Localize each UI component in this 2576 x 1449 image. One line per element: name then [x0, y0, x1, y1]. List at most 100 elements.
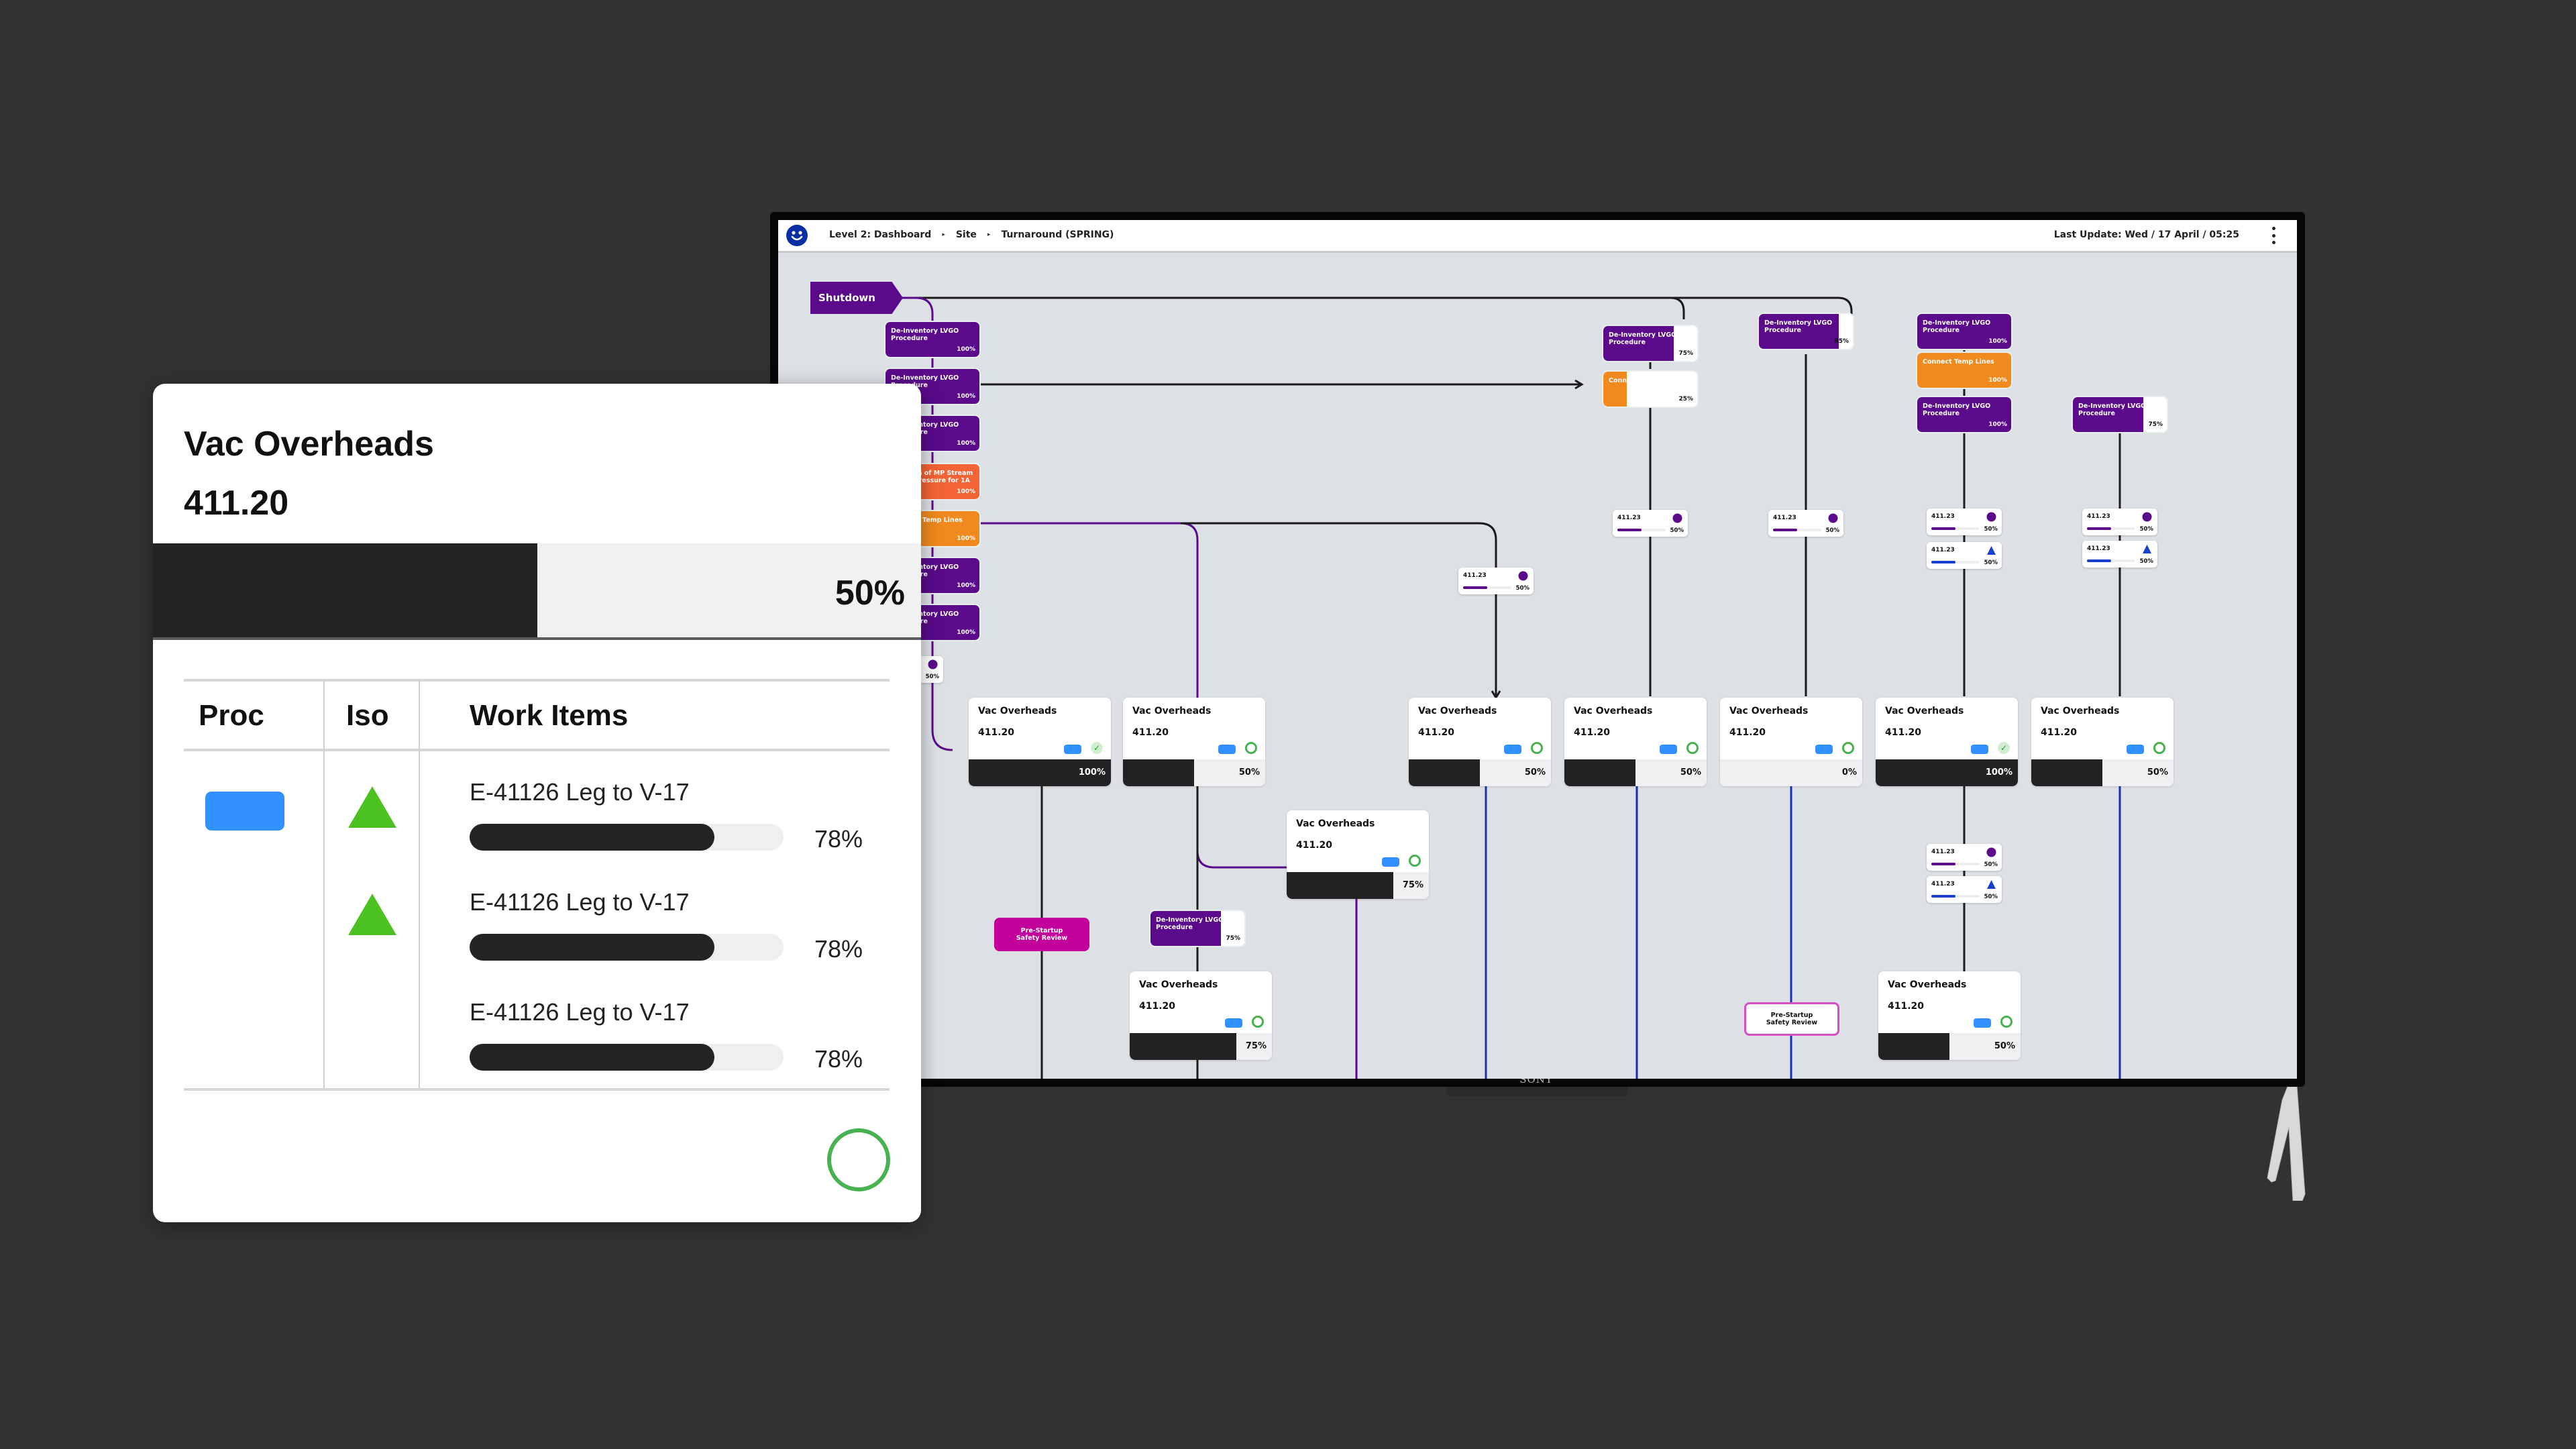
vac-card-progress: 75% — [1287, 872, 1429, 899]
work-item-progress-fill — [470, 1044, 715, 1071]
open-circle-icon — [1686, 742, 1699, 754]
mini-node[interactable]: 411.23 50% — [1458, 568, 1534, 594]
procedure-percent: 75% — [1226, 935, 1240, 942]
procedure-percent: 75% — [1678, 350, 1693, 357]
proc-status-icon — [1218, 745, 1236, 754]
col-header-iso: Iso — [346, 699, 389, 732]
vac-card-percent: 50% — [1524, 767, 1546, 777]
pre-startup-review-outline[interactable]: Pre-Startup Safety Review — [1744, 1002, 1839, 1036]
vac-card-percent: 50% — [1238, 767, 1260, 777]
vac-card-code: 411.20 — [978, 727, 1015, 738]
mini-node[interactable]: 411.23 50% — [1927, 508, 2002, 535]
vac-overheads-card[interactable]: Vac Overheads 411.20 50% — [1409, 698, 1551, 786]
mini-node-code: 411.23 — [1773, 515, 1796, 521]
card-progress-percent: 50% — [835, 574, 905, 612]
procedure-node[interactable]: De-Inventory LVGO Procedure 75% — [2073, 397, 2167, 432]
vac-overheads-card[interactable]: Vac Overheads 411.20 50% — [1878, 971, 2021, 1060]
vac-overheads-card[interactable]: Vac Overheads 411.20 50% — [1123, 698, 1265, 786]
card-progress-bar: 50% — [153, 543, 921, 640]
open-circle-icon — [1409, 855, 1421, 867]
vac-card-progress-fill — [2031, 759, 2102, 786]
mini-node-code: 411.23 — [1463, 572, 1487, 579]
tv-stand — [2267, 1087, 2306, 1201]
circle-status-icon — [1986, 512, 1996, 522]
procedure-node[interactable]: De-Inventory LVGO Procedure 85% — [1759, 314, 1853, 349]
work-item[interactable]: E-41126 Leg to V-17 78% — [470, 888, 885, 969]
mini-node-percent: 50% — [1984, 861, 1998, 868]
procedure-percent: 100% — [1988, 377, 2007, 384]
work-item-label: E-41126 Leg to V-17 — [470, 888, 690, 916]
vac-overheads-card[interactable]: Vac Overheads 411.20 50% — [2031, 698, 2174, 786]
vac-overheads-card[interactable]: Vac Overheads 411.20 50% — [1564, 698, 1707, 786]
procedure-node[interactable]: De-Inventory LVGO Procedure 100% — [885, 322, 979, 357]
vac-overheads-card[interactable]: Vac Overheads 411.20 75% — [1287, 810, 1429, 899]
procedure-label: De-Inventory LVGO Procedure — [1609, 331, 1677, 346]
vac-card-percent: 100% — [1078, 767, 1106, 777]
vac-card-percent: 50% — [2147, 767, 2168, 777]
work-item[interactable]: E-41126 Leg to V-17 78% — [470, 778, 885, 859]
vac-card-progress: 50% — [1564, 759, 1707, 786]
mini-node-percent: 50% — [1984, 559, 1998, 566]
shutdown-node[interactable]: Shutdown — [810, 282, 903, 314]
vac-overheads-card[interactable]: Vac Overheads 411.20 0% — [1720, 698, 1862, 786]
procedure-node[interactable]: Connect Temp Lines 25% — [1603, 372, 1697, 407]
vac-card-code: 411.20 — [1296, 840, 1333, 851]
card-code: 411.20 — [184, 484, 289, 523]
column-divider — [323, 679, 325, 1088]
open-circle-icon — [1842, 742, 1854, 754]
procedure-node[interactable]: De-Inventory LVGO Procedure 100% — [1917, 314, 2011, 349]
procedure-label: De-Inventory LVGO Procedure — [1156, 916, 1224, 931]
open-circle-icon — [1531, 742, 1543, 754]
mini-node[interactable]: 411.23 50% — [1927, 844, 2002, 871]
mini-node-progress — [1617, 529, 1666, 531]
procedure-label: De-Inventory LVGO Procedure — [1923, 319, 1991, 334]
vac-card-percent: 50% — [1680, 767, 1701, 777]
mini-node-code: 411.23 — [1931, 881, 1955, 888]
triangle-status-icon — [1987, 880, 1996, 889]
pre-startup-review-filled[interactable]: Pre-Startup Safety Review — [994, 918, 1089, 951]
mini-node-progress — [2087, 527, 2135, 530]
mini-node[interactable]: 411.23 50% — [2082, 508, 2157, 535]
mini-node[interactable]: 411.23 50% — [1768, 510, 1843, 537]
mini-node[interactable]: 411.23 50% — [2082, 541, 2157, 568]
vac-overheads-card[interactable]: Vac Overheads 411.20 75% — [1130, 971, 1272, 1060]
mini-node[interactable]: 411.23 50% — [1927, 876, 2002, 903]
mini-node-code: 411.23 — [1931, 547, 1955, 553]
status-circle-icon[interactable] — [827, 1128, 890, 1191]
vac-card-progress-fill — [1123, 759, 1194, 786]
work-item-progress — [470, 1044, 784, 1071]
vac-card-progress-fill — [1130, 1033, 1236, 1060]
vac-card-title: Vac Overheads — [1729, 706, 1809, 716]
procedure-node[interactable]: De-Inventory LVGO Procedure 75% — [1603, 326, 1697, 361]
mini-node-percent: 50% — [1515, 585, 1529, 592]
mini-node-code: 411.23 — [2087, 513, 2110, 520]
column-divider — [419, 679, 420, 1088]
mini-node[interactable]: 411.23 50% — [1613, 510, 1688, 537]
proc-status-icon — [205, 792, 284, 830]
mini-node-percent: 50% — [1984, 894, 1998, 900]
procedure-node[interactable]: De-Inventory LVGO Procedure 100% — [1917, 397, 2011, 432]
mini-node-progress — [1931, 527, 1980, 530]
mini-node-code: 411.23 — [1931, 849, 1955, 855]
procedure-node[interactable]: Connect Temp Lines 100% — [1917, 353, 2011, 388]
vac-card-title: Vac Overheads — [1574, 706, 1653, 716]
vac-overheads-card[interactable]: Vac Overheads 411.20 ✓ 100% — [969, 698, 1111, 786]
vac-card-progress-fill — [1878, 1033, 1949, 1060]
work-item[interactable]: E-41126 Leg to V-17 78% — [470, 998, 885, 1079]
vac-card-percent: 75% — [1402, 880, 1424, 890]
vac-card-code: 411.20 — [1888, 1001, 1925, 1012]
vac-overheads-card[interactable]: Vac Overheads 411.20 ✓ 100% — [1876, 698, 2018, 786]
proc-status-icon — [1815, 745, 1833, 754]
mini-node-progress — [1463, 586, 1511, 589]
work-item-progress — [470, 824, 784, 851]
procedure-label: Connect Temp Lines — [1923, 358, 1994, 366]
iso-triangle-icon — [348, 786, 396, 828]
procedure-node[interactable]: De-Inventory LVGO Procedure 75% — [1150, 911, 1244, 946]
vac-card-title: Vac Overheads — [978, 706, 1057, 716]
work-item-progress-fill — [470, 824, 715, 851]
detail-card: Vac Overheads 411.20 50% Proc Iso Work I… — [153, 384, 921, 1222]
vac-card-progress: 50% — [2031, 759, 2174, 786]
table-footer-line — [184, 1088, 890, 1091]
mini-node[interactable]: 411.23 50% — [1927, 542, 2002, 569]
vac-card-code: 411.20 — [1139, 1001, 1176, 1012]
